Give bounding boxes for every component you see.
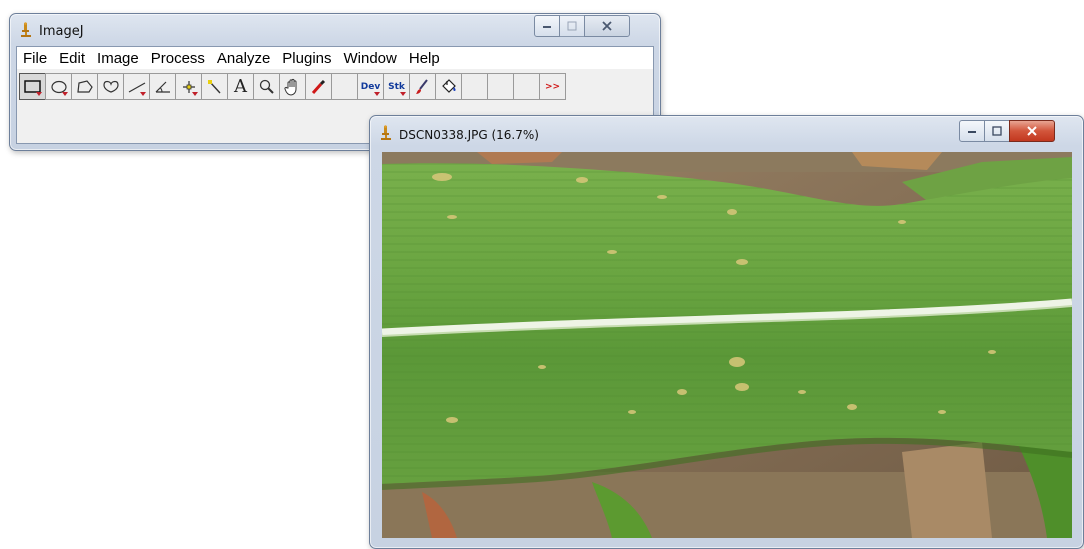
magnifier-icon [259,79,274,94]
magic-wand-icon [207,79,221,93]
paintbrush-icon [415,78,428,94]
menu-edit[interactable]: Edit [53,50,91,67]
minimize-icon [968,131,976,133]
imagej-titlebar[interactable]: ImageJ [10,14,660,44]
maximize-icon [567,21,577,31]
menu-help[interactable]: Help [403,50,446,67]
more-tools-button[interactable]: >> [539,73,566,100]
image-window-title: DSCN0338.JPG (16.7%) [399,128,539,142]
maximize-button[interactable] [984,120,1010,142]
polygon-tool-button[interactable] [71,73,98,100]
menu-window[interactable]: Window [338,50,403,67]
menu-image[interactable]: Image [91,50,145,67]
text-tool-button[interactable]: A [227,73,254,100]
zoom-tool-button[interactable] [253,73,280,100]
imagej-microscope-icon [381,125,391,140]
hand-icon [283,78,296,96]
angle-tool-button[interactable] [149,73,176,100]
menu-bar: File Edit Image Process Analyze Plugins … [17,47,653,69]
minimize-button[interactable] [959,120,985,142]
window-title: ImageJ [39,24,84,39]
dropdown-arrow-icon [62,92,68,96]
angle-icon [155,81,170,93]
color-picker-tool-button[interactable] [305,73,332,100]
image-window: DSCN0338.JPG (16.7%) [369,115,1084,549]
leaf-photo [382,152,1072,538]
image-canvas[interactable] [382,152,1072,538]
dropdown-arrow-icon [192,92,198,96]
dev-label: Dev [360,81,381,92]
brush-tool-button[interactable] [409,73,436,100]
menu-plugins[interactable]: Plugins [276,50,337,67]
tool-bar: A Dev Stk >> [19,73,566,101]
eyedropper-icon [311,79,325,94]
paint-bucket-icon [441,78,456,93]
point-tool-button[interactable] [175,73,202,100]
empty-tool-slot[interactable] [461,73,488,100]
flood-fill-tool-button[interactable] [435,73,462,100]
close-icon [1027,126,1037,136]
menu-analyze[interactable]: Analyze [211,50,276,67]
scroll-tool-button[interactable] [279,73,306,100]
oval-tool-button[interactable] [45,73,72,100]
minimize-icon [543,26,551,28]
imagej-microscope-icon [21,22,31,37]
dropdown-arrow-icon [140,92,146,96]
empty-tool-slot[interactable] [331,73,358,100]
freehand-selection-icon [102,80,119,93]
empty-tool-slot[interactable] [513,73,540,100]
more-tools-label: >> [544,81,561,92]
menu-process[interactable]: Process [145,50,211,67]
empty-tool-slot[interactable] [487,73,514,100]
dropdown-arrow-icon [36,92,42,96]
minimize-button[interactable] [534,15,560,37]
dev-menu-button[interactable]: Dev [357,73,384,100]
close-icon [602,21,612,31]
line-tool-button[interactable] [123,73,150,100]
text-tool-glyph: A [234,76,247,97]
dropdown-arrow-icon [374,92,380,96]
image-window-titlebar[interactable]: DSCN0338.JPG (16.7%) [370,116,1083,146]
stk-label: Stk [388,81,405,92]
maximize-button[interactable] [559,15,585,37]
polygon-selection-icon [76,79,93,93]
rectangle-tool-button[interactable] [19,73,46,100]
menu-file[interactable]: File [17,50,53,67]
maximize-icon [992,126,1002,136]
stk-menu-button[interactable]: Stk [383,73,410,100]
dropdown-arrow-icon [400,92,406,96]
close-button[interactable] [584,15,630,37]
close-button[interactable] [1009,120,1055,142]
wand-tool-button[interactable] [201,73,228,100]
freehand-tool-button[interactable] [97,73,124,100]
